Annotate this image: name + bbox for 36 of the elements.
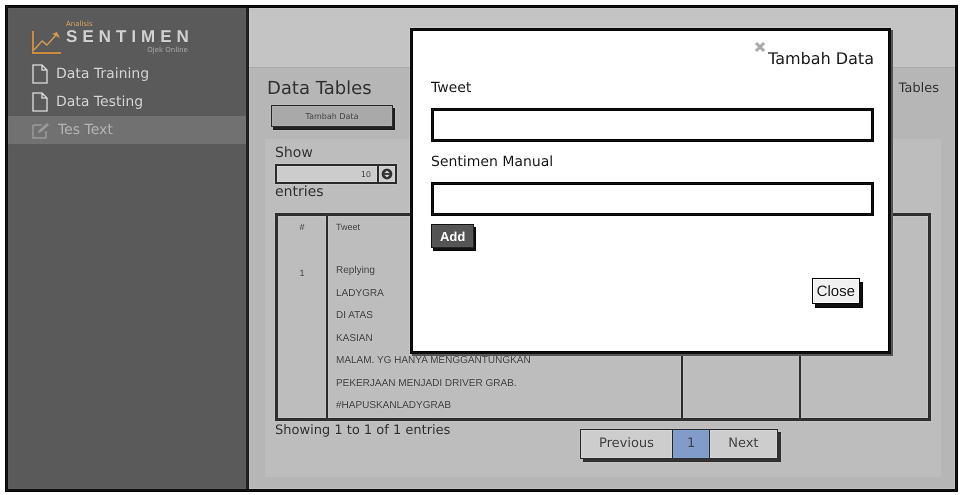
sidebar-item[interactable]: Data Testing (8, 88, 246, 116)
show-label: Show (275, 145, 313, 161)
table-cell: 1 (278, 260, 328, 418)
entries-info: Showing 1 to 1 of 1 entries (275, 422, 452, 438)
page-title: Data Tables (267, 78, 372, 99)
tweet-text-line: #HAPUSKANLADYGRAB (336, 399, 452, 413)
tweet-text-line: LADYGRA (336, 286, 384, 300)
document-icon (32, 64, 48, 84)
logo-title: SENTIMEN (66, 28, 194, 46)
entries-label: entries (275, 184, 324, 200)
edit-icon (32, 122, 50, 138)
tweet-text-line: MALAM. YG HANYA MENGGANTUNGKAN (336, 354, 531, 368)
dialog-title: Tambah Data (768, 49, 874, 68)
tweet-text-line: DI ATAS (336, 309, 373, 323)
add-data-button[interactable]: Tambah Data (271, 105, 393, 127)
document-icon (32, 92, 48, 112)
column-header: # (278, 216, 328, 260)
add-button[interactable]: Add (431, 224, 474, 248)
field-label: Sentimen Manual (431, 154, 554, 170)
tweet-text-line: Replying (336, 264, 375, 278)
page-size-select[interactable]: 10 (275, 164, 397, 184)
breadcrumb[interactable]: Tables (898, 81, 939, 96)
sidebar-item[interactable]: Data Training (8, 60, 246, 88)
page-button[interactable]: 1 (672, 430, 710, 458)
input-field[interactable] (431, 182, 874, 216)
trend-chart-icon (32, 30, 62, 54)
spinner-icon (377, 166, 395, 182)
sidebar-item-label: Data Testing (56, 94, 144, 110)
tweet-text-line: KASIAN (336, 332, 373, 346)
sidebar-item-label: Data Training (56, 66, 150, 82)
input-field[interactable] (431, 108, 874, 142)
previous-button[interactable]: Previous (581, 430, 673, 458)
field-label: Tweet (431, 80, 472, 96)
tweet-text-line: PEKERJAAN MENJADI DRIVER GRAB. (336, 376, 517, 390)
sidebar-item-label: Tes Text (58, 122, 113, 138)
next-button[interactable]: Next (710, 430, 777, 458)
